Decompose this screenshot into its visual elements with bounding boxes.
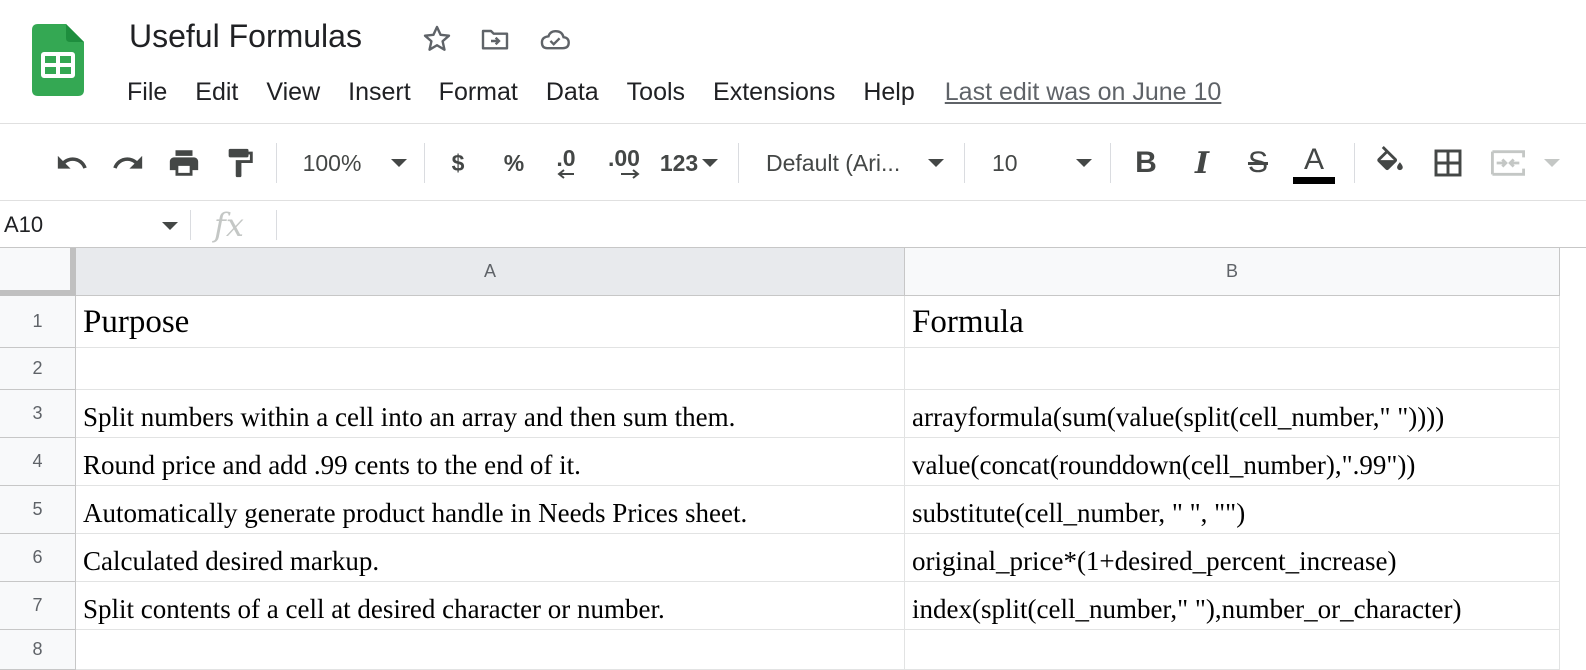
zoom-select[interactable]: 100% bbox=[300, 137, 410, 189]
row-header[interactable]: 4 bbox=[0, 438, 76, 486]
toolbar-separator bbox=[276, 143, 277, 183]
menu-format[interactable]: Format bbox=[425, 78, 532, 107]
cell-b1[interactable]: Formula bbox=[905, 296, 1560, 348]
font-family-select[interactable]: Default (Ari... bbox=[766, 137, 946, 189]
formula-input[interactable] bbox=[280, 202, 1580, 248]
formula-bar-separator bbox=[190, 210, 191, 240]
increase-decimal-button[interactable]: .00 bbox=[602, 137, 646, 189]
currency-format-button[interactable]: $ bbox=[440, 137, 476, 189]
menu-extensions[interactable]: Extensions bbox=[699, 78, 849, 107]
document-title[interactable]: Useful Formulas bbox=[129, 18, 362, 55]
formula-bar-separator bbox=[276, 210, 277, 240]
paint-format-icon[interactable] bbox=[220, 137, 260, 189]
text-color-swatch bbox=[1293, 176, 1335, 184]
star-icon[interactable] bbox=[420, 22, 454, 56]
merge-cells-icon[interactable] bbox=[1488, 137, 1578, 189]
chevron-down-icon bbox=[391, 159, 408, 167]
chevron-down-icon bbox=[928, 159, 944, 167]
cell-a1[interactable]: Purpose bbox=[76, 296, 905, 348]
row-header[interactable]: 1 bbox=[0, 296, 76, 348]
print-icon[interactable] bbox=[164, 137, 204, 189]
cell-a5[interactable]: Automatically generate product handle in… bbox=[76, 486, 905, 534]
cell-b6[interactable]: original_price*(1+desired_percent_increa… bbox=[905, 534, 1560, 582]
arrow-right-icon bbox=[621, 169, 640, 179]
sheets-logo-icon[interactable] bbox=[32, 24, 84, 96]
formula-bar: A10 fx bbox=[0, 202, 1586, 248]
cell-a7[interactable]: Split contents of a cell at desired char… bbox=[76, 582, 905, 630]
column-header-b[interactable]: B bbox=[905, 248, 1560, 296]
row-header[interactable]: 3 bbox=[0, 390, 76, 438]
menu-insert[interactable]: Insert bbox=[334, 78, 425, 107]
cell-b7[interactable]: index(split(cell_number," "),number_or_c… bbox=[905, 582, 1560, 630]
function-icon: fx bbox=[214, 206, 244, 244]
zoom-value: 100% bbox=[302, 149, 362, 176]
toolbar-separator bbox=[738, 143, 739, 183]
last-edit-link[interactable]: Last edit was on June 10 bbox=[945, 78, 1222, 107]
toolbar-separator bbox=[1110, 143, 1111, 183]
menu-data[interactable]: Data bbox=[532, 78, 613, 107]
chevron-down-icon bbox=[702, 159, 719, 167]
app-header: Useful Formulas File Edit View Insert Fo… bbox=[0, 0, 1586, 124]
chevron-down-icon bbox=[1076, 159, 1092, 167]
cell-a6[interactable]: Calculated desired markup. bbox=[76, 534, 905, 582]
chevron-down-icon bbox=[1544, 159, 1560, 167]
undo-icon[interactable] bbox=[52, 137, 92, 189]
menu-bar: File Edit View Insert Format Data Tools … bbox=[113, 72, 1221, 112]
decrease-decimal-button[interactable]: .0 bbox=[546, 137, 586, 189]
cell-reference: A10 bbox=[4, 212, 44, 237]
font-size-select[interactable]: 10 bbox=[992, 137, 1096, 189]
row-header[interactable]: 2 bbox=[0, 348, 76, 390]
row-header[interactable]: 5 bbox=[0, 486, 76, 534]
cell-b8[interactable] bbox=[905, 630, 1560, 670]
cell-a4[interactable]: Round price and add .99 cents to the end… bbox=[76, 438, 905, 486]
text-color-button[interactable]: A bbox=[1290, 137, 1338, 189]
spreadsheet-grid: A B 1 Purpose Formula 2 3 Split numbers … bbox=[0, 248, 1586, 670]
strikethrough-button[interactable]: S bbox=[1238, 137, 1278, 189]
column-header-a[interactable]: A bbox=[76, 248, 905, 296]
select-all-corner[interactable] bbox=[0, 248, 76, 296]
chevron-down-icon bbox=[162, 222, 178, 230]
row-header[interactable]: 6 bbox=[0, 534, 76, 582]
percent-format-button[interactable]: % bbox=[496, 137, 532, 189]
menu-help[interactable]: Help bbox=[849, 78, 928, 107]
cell-a8[interactable] bbox=[76, 630, 905, 670]
number-format-select[interactable]: 123 bbox=[656, 137, 722, 189]
cell-b3[interactable]: arrayformula(sum(value(split(cell_number… bbox=[905, 390, 1560, 438]
menu-view[interactable]: View bbox=[252, 78, 334, 107]
name-box[interactable]: A10 bbox=[0, 202, 190, 248]
menu-edit[interactable]: Edit bbox=[181, 78, 252, 107]
cell-a3[interactable]: Split numbers within a cell into an arra… bbox=[76, 390, 905, 438]
redo-icon[interactable] bbox=[108, 137, 148, 189]
cell-b4[interactable]: value(concat(rounddown(cell_number),".99… bbox=[905, 438, 1560, 486]
arrow-left-icon bbox=[557, 169, 574, 179]
italic-button[interactable]: I bbox=[1182, 137, 1222, 189]
borders-icon[interactable] bbox=[1428, 137, 1468, 189]
toolbar-separator bbox=[424, 143, 425, 183]
toolbar: 100% $ % .0 .00 123 Default (Ari... 10 B… bbox=[0, 125, 1586, 201]
move-to-folder-icon[interactable] bbox=[478, 22, 512, 56]
row-header[interactable]: 7 bbox=[0, 582, 76, 630]
bold-button[interactable]: B bbox=[1126, 137, 1166, 189]
toolbar-separator bbox=[964, 143, 965, 183]
cell-a2[interactable] bbox=[76, 348, 905, 390]
cell-b2[interactable] bbox=[905, 348, 1560, 390]
menu-tools[interactable]: Tools bbox=[613, 78, 699, 107]
fill-color-icon[interactable] bbox=[1370, 137, 1410, 189]
cell-b5[interactable]: substitute(cell_number, " ", "") bbox=[905, 486, 1560, 534]
menu-file[interactable]: File bbox=[113, 78, 181, 107]
toolbar-separator bbox=[1354, 143, 1355, 183]
cloud-status-icon[interactable] bbox=[538, 22, 572, 56]
row-header[interactable]: 8 bbox=[0, 630, 76, 670]
